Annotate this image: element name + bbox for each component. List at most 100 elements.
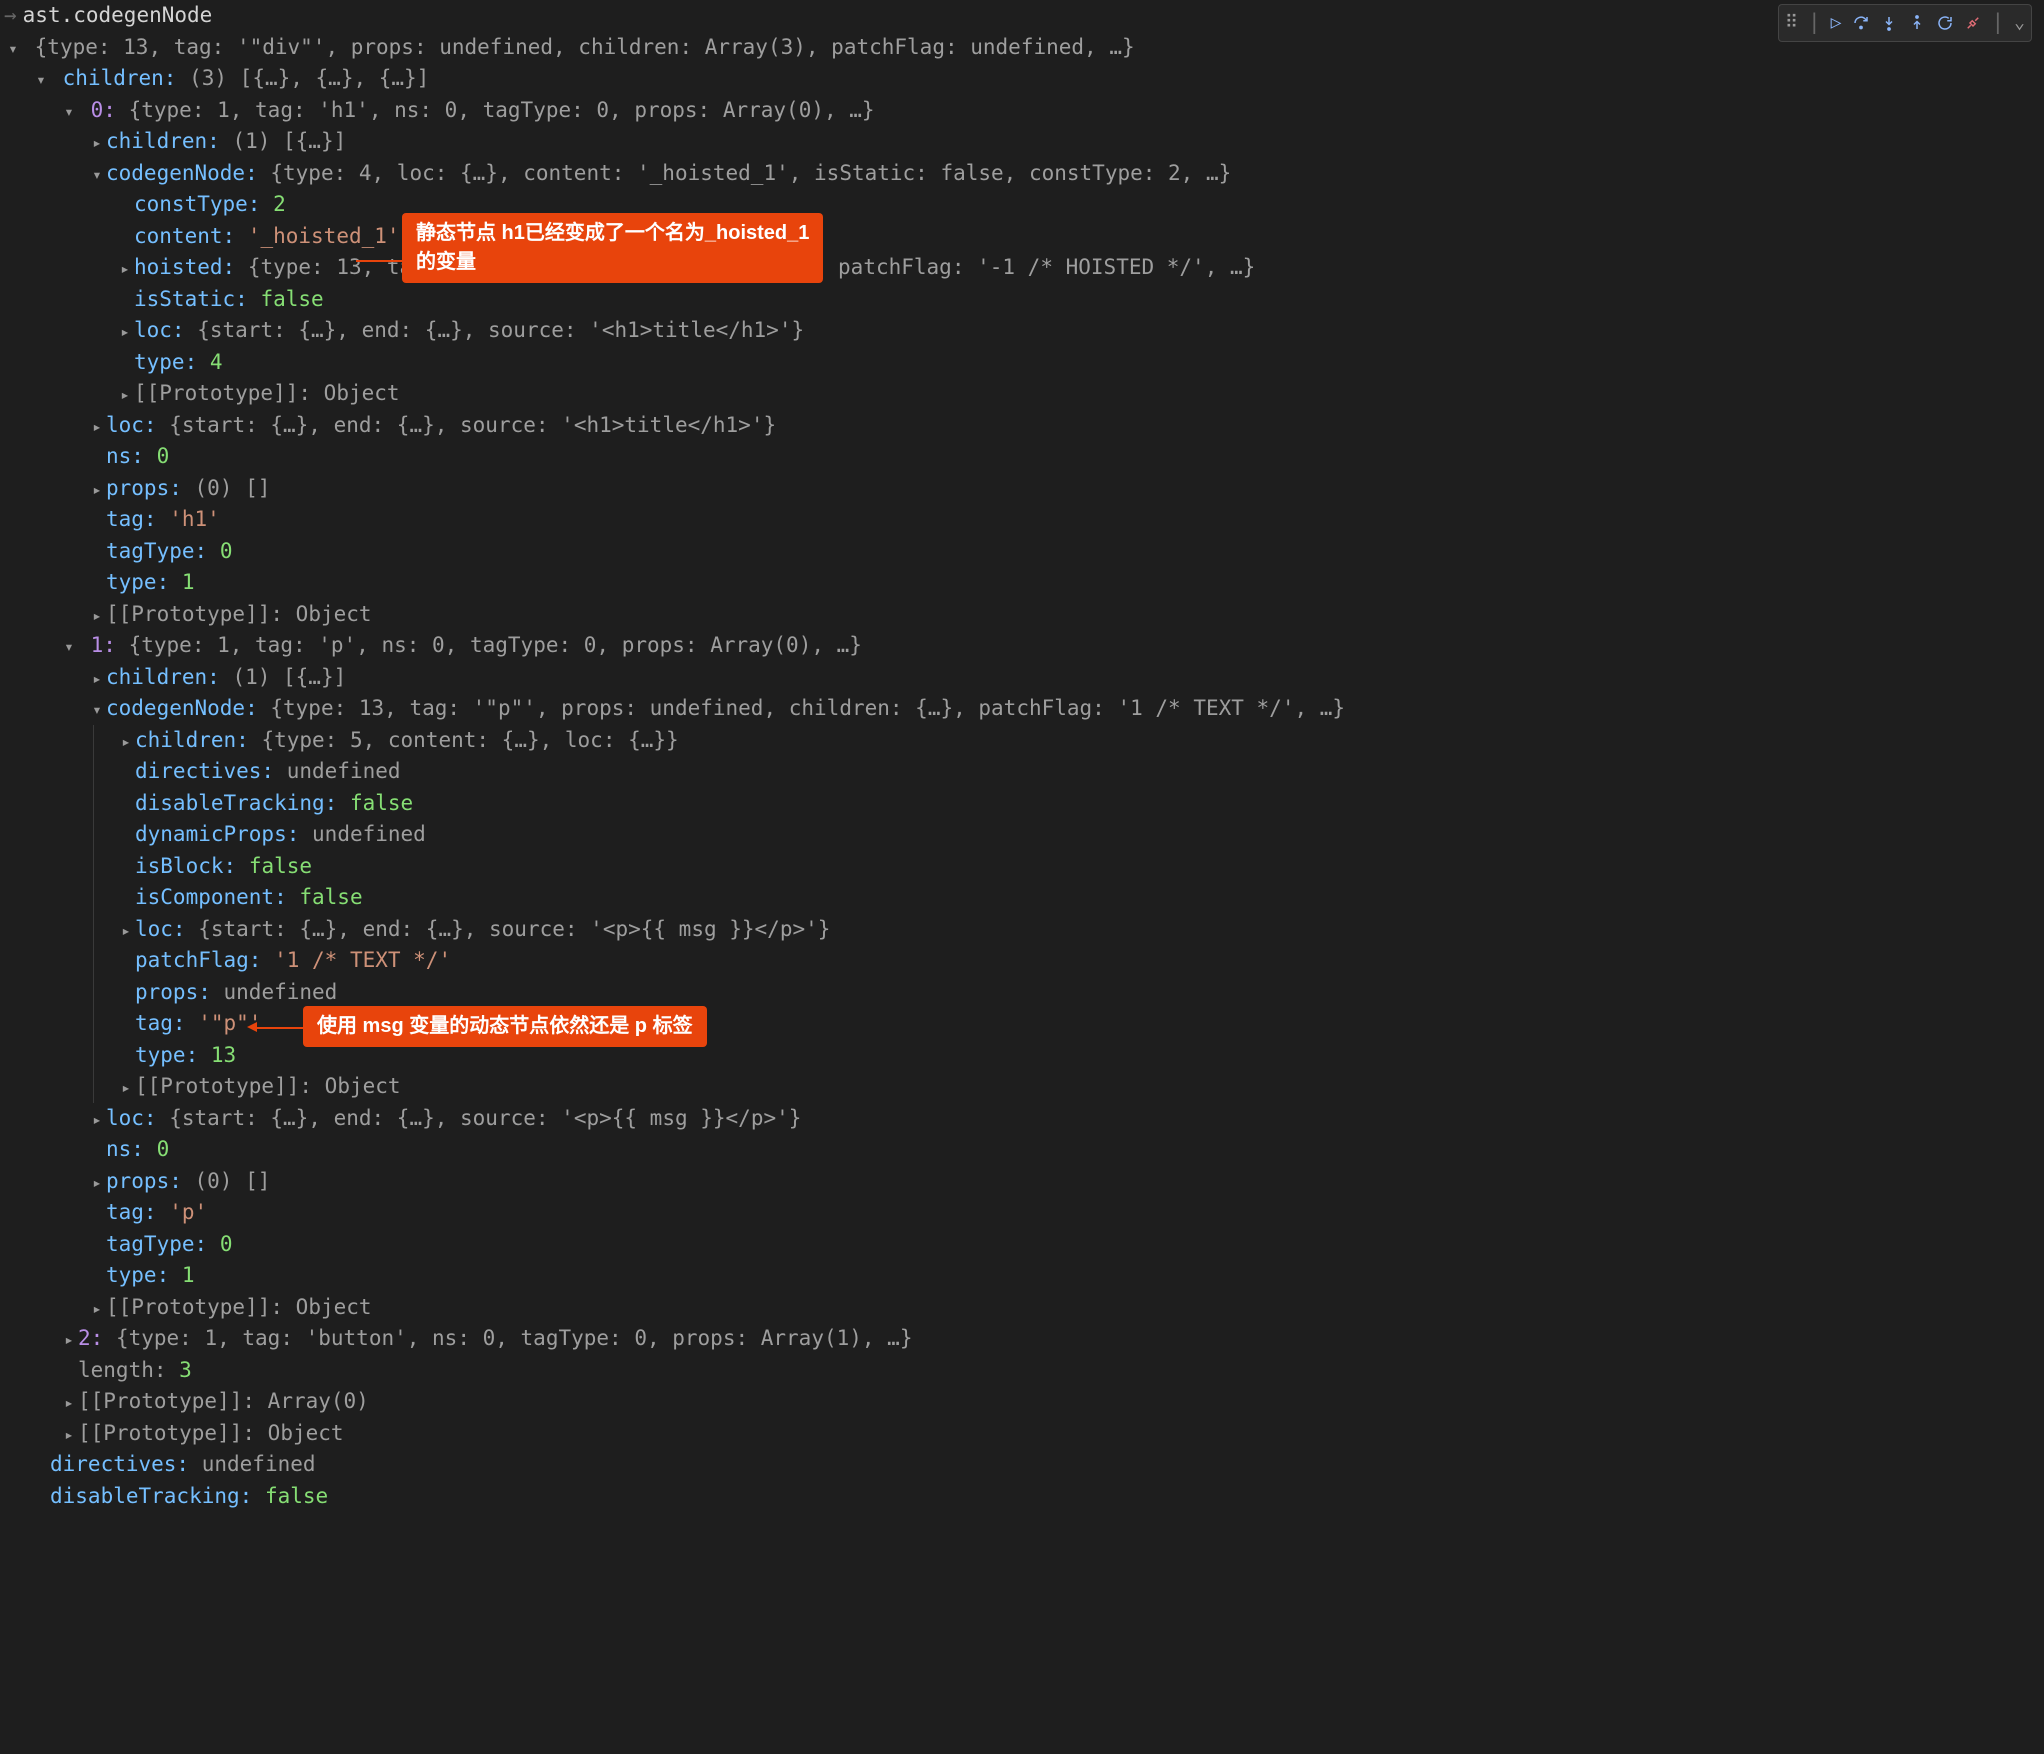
step-out-icon[interactable] — [1908, 14, 1926, 32]
ns-prop: ns: 0 — [84, 1134, 2036, 1166]
property-key: tag: — [106, 1200, 157, 1224]
property-key: codegenNode: — [106, 161, 258, 185]
children-array[interactable]: children: (3) [{…}, {…}, {…}] — [28, 63, 2036, 95]
tagType-prop: tagType: 0 — [84, 536, 2036, 568]
prototype-prop[interactable]: [[Prototype]]: Object — [56, 1418, 2036, 1450]
prototype-prop[interactable]: [[Prototype]]: Object — [84, 599, 2036, 631]
property-value: 0 — [220, 1232, 233, 1256]
property-key: patchFlag: — [135, 948, 261, 972]
children-prop[interactable]: children: {type: 5, content: {…}, loc: {… — [113, 725, 2036, 757]
expand-toggle[interactable] — [88, 478, 106, 502]
expand-toggle[interactable] — [60, 635, 78, 659]
children-prop[interactable]: children: (1) [{…}] — [84, 126, 2036, 158]
separator: | — [1808, 7, 1821, 39]
expand-toggle[interactable] — [32, 68, 50, 92]
property-key: type: — [106, 570, 169, 594]
array-item-0[interactable]: 0: {type: 1, tag: 'h1', ns: 0, tagType: … — [56, 95, 2036, 127]
property-key: tag: — [106, 507, 157, 531]
expand-toggle[interactable] — [88, 698, 106, 722]
expand-toggle[interactable] — [4, 37, 22, 61]
prototype-prop[interactable]: [[Prototype]]: Array(0) — [56, 1386, 2036, 1418]
children-prop[interactable]: children: (1) [{…}] — [84, 662, 2036, 694]
property-value: Object — [296, 1295, 372, 1319]
isComponent-prop: isComponent: false — [113, 882, 2036, 914]
expand-toggle[interactable] — [117, 919, 135, 943]
expand-toggle[interactable] — [88, 1108, 106, 1132]
play-icon[interactable]: ▷ — [1831, 9, 1842, 36]
expand-toggle[interactable] — [116, 320, 134, 344]
expand-toggle[interactable] — [88, 131, 106, 155]
props-prop[interactable]: props: (0) [] — [84, 473, 2036, 505]
debug-toolbar: ⠿ | ▷ | ⌄ — [1778, 4, 2032, 42]
codegenNode-prop[interactable]: codegenNode: {type: 4, loc: {…}, content… — [84, 158, 2036, 190]
prototype-prop[interactable]: [[Prototype]]: Object — [113, 1071, 2036, 1103]
props-prop[interactable]: props: (0) [] — [84, 1166, 2036, 1198]
disconnect-icon[interactable] — [1964, 14, 1982, 32]
ns-prop: ns: 0 — [84, 441, 2036, 473]
chevron-down-icon[interactable]: ⌄ — [2014, 9, 2025, 36]
property-key: tagType: — [106, 539, 207, 563]
property-value: '1 /* TEXT */' — [274, 948, 451, 972]
property-value: 4 — [210, 350, 223, 374]
root-node[interactable]: {type: 13, tag: '"div"', props: undefine… — [0, 32, 2036, 64]
property-key: 2: — [78, 1326, 103, 1350]
property-value: {type: 4, loc: {…}, content: '_hoisted_1… — [270, 161, 1231, 185]
console-expression[interactable]: ast.codegenNode — [23, 0, 213, 32]
annotation-callout: 静态节点 h1已经变成了一个名为_hoisted_1的变量 — [402, 213, 823, 283]
property-key: [[Prototype]]: — [78, 1421, 255, 1445]
property-key: directives: — [135, 759, 274, 783]
property-key: tag: — [135, 1011, 186, 1035]
expand-toggle[interactable] — [60, 1391, 78, 1415]
disableTracking-prop: disableTracking: false — [28, 1481, 2036, 1513]
property-key: [[Prototype]]: — [78, 1389, 255, 1413]
expand-toggle[interactable] — [88, 604, 106, 628]
property-key: isBlock: — [135, 854, 236, 878]
expand-toggle[interactable] — [88, 163, 106, 187]
property-key: directives: — [50, 1452, 189, 1476]
expand-toggle[interactable] — [116, 257, 134, 281]
loc-prop[interactable]: loc: {start: {…}, end: {…}, source: '<p>… — [84, 1103, 2036, 1135]
expand-toggle[interactable] — [60, 1328, 78, 1352]
restart-icon[interactable] — [1936, 14, 1954, 32]
property-key: length: — [78, 1358, 167, 1382]
expand-toggle[interactable] — [88, 667, 106, 691]
expand-toggle[interactable] — [117, 730, 135, 754]
step-into-icon[interactable] — [1880, 14, 1898, 32]
property-key: type: — [106, 1263, 169, 1287]
property-value: undefined — [202, 1452, 316, 1476]
expand-toggle[interactable] — [88, 415, 106, 439]
expand-toggle[interactable] — [116, 383, 134, 407]
expand-toggle[interactable] — [60, 100, 78, 124]
expand-toggle[interactable] — [117, 1076, 135, 1100]
property-key: [[Prototype]]: — [134, 381, 311, 405]
annotation-callout: 使用 msg 变量的动态节点依然还是 p 标签 — [303, 1006, 707, 1047]
array-item-2[interactable]: 2: {type: 1, tag: 'button', ns: 0, tagTy… — [56, 1323, 2036, 1355]
property-value: Object — [325, 1074, 401, 1098]
loc-prop[interactable]: loc: {start: {…}, end: {…}, source: '<p>… — [113, 914, 2036, 946]
expand-toggle[interactable] — [88, 1297, 106, 1321]
callout-text: 的变量 — [416, 251, 476, 273]
loc-prop[interactable]: loc: {start: {…}, end: {…}, source: '<h1… — [112, 315, 2036, 347]
hoisted-prop[interactable]: hoisted: {type: 13, tag:…}, patchFlag: '… — [112, 252, 2036, 284]
property-key: 1: — [91, 633, 116, 657]
expand-toggle[interactable] — [88, 1171, 106, 1195]
prototype-prop[interactable]: [[Prototype]]: Object — [84, 1292, 2036, 1324]
patchFlag-prop: patchFlag: '1 /* TEXT */' — [113, 945, 2036, 977]
prototype-prop[interactable]: [[Prototype]]: Object — [112, 378, 2036, 410]
loc-prop[interactable]: loc: {start: {…}, end: {…}, source: '<h1… — [84, 410, 2036, 442]
array-item-1[interactable]: 1: {type: 1, tag: 'p', ns: 0, tagType: 0… — [56, 630, 2036, 662]
type-prop: type: 1 — [84, 567, 2036, 599]
property-value: {type: 1, tag: 'button', ns: 0, tagType:… — [116, 1326, 913, 1350]
tag-prop: tag: 'h1' — [84, 504, 2036, 536]
property-key: disableTracking: — [135, 791, 337, 815]
step-over-icon[interactable] — [1852, 14, 1870, 32]
tag-prop: tag: '"p"' 使用 msg 变量的动态节点依然还是 p 标签 — [113, 1008, 2036, 1040]
tag-prop: tag: 'p' — [84, 1197, 2036, 1229]
property-value: 'p' — [169, 1200, 207, 1224]
constType-prop: constType: 2 — [112, 189, 2036, 221]
drag-handle-icon[interactable]: ⠿ — [1785, 9, 1798, 36]
codegenNode-prop[interactable]: codegenNode: {type: 13, tag: '"p"', prop… — [84, 693, 2036, 725]
expand-toggle[interactable] — [60, 1423, 78, 1447]
property-value: false — [265, 1484, 328, 1508]
property-key: props: — [106, 1169, 182, 1193]
